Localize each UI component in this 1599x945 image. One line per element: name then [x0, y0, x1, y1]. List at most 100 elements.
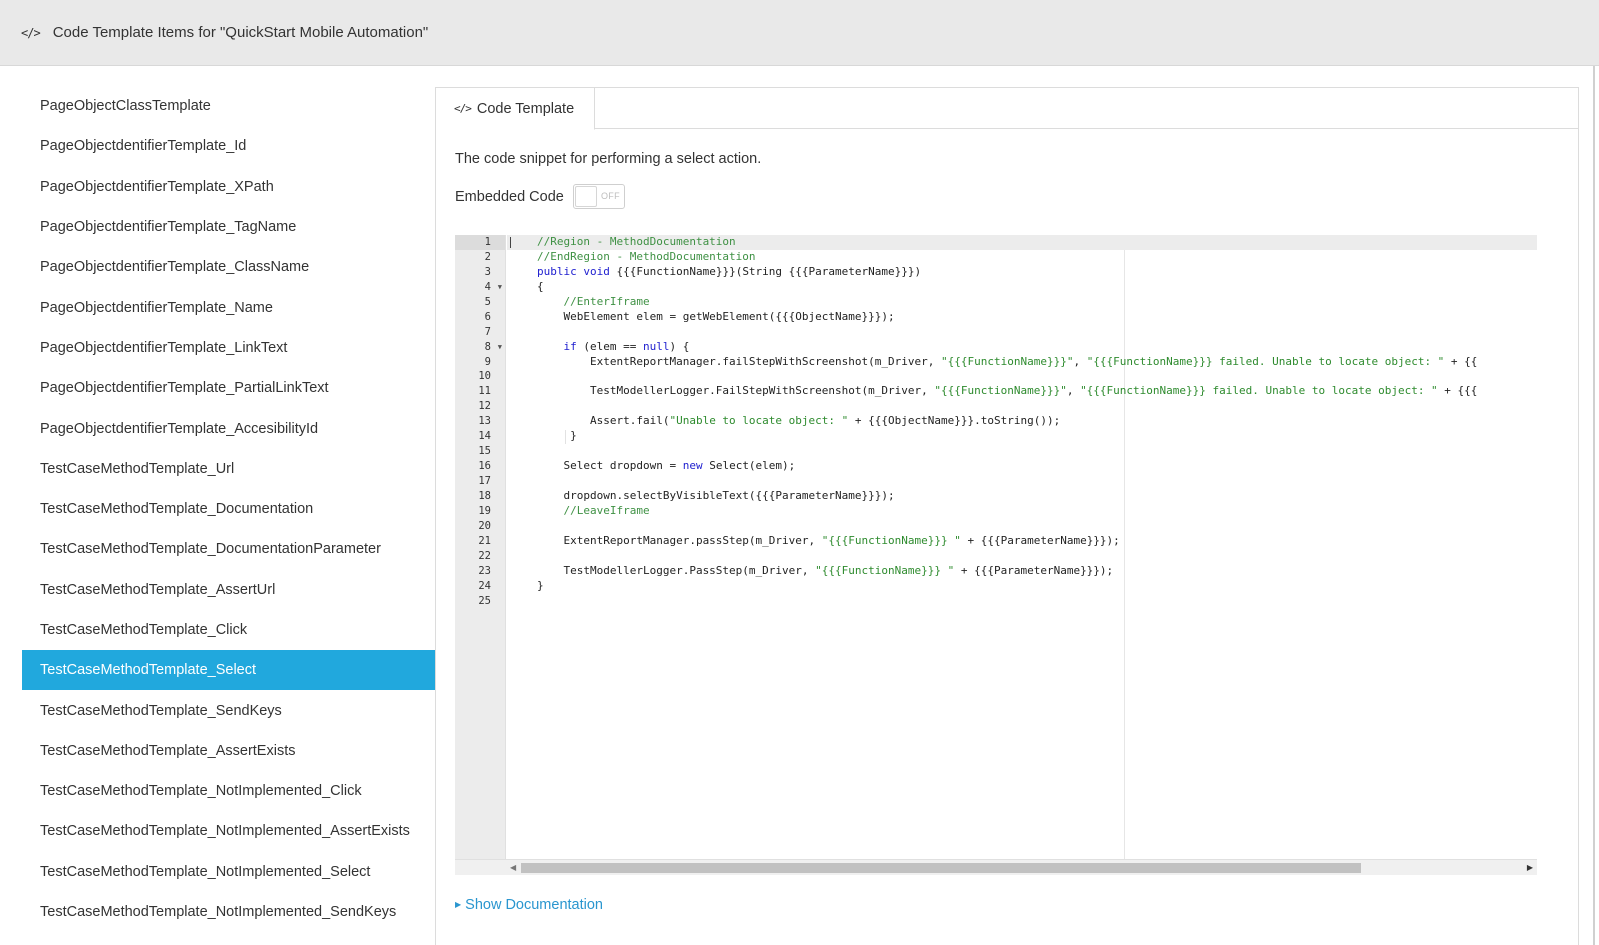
- code-token: "{{{FunctionName}}} ": [815, 563, 955, 577]
- line-number: 19: [478, 504, 491, 517]
- show-documentation-link[interactable]: ▶ Show Documentation: [455, 897, 603, 913]
- code-token: "{{{FunctionName}}}": [940, 354, 1074, 368]
- code-token: if: [537, 339, 584, 353]
- line-number: 24: [478, 579, 491, 592]
- line-number: 1: [455, 235, 505, 250]
- sidebar-item[interactable]: TestCaseMethodTemplate_SendKeys: [22, 690, 436, 730]
- scrollbar-thumb[interactable]: [521, 863, 1361, 873]
- sidebar-item[interactable]: TestCaseMethodTemplate_AssertUrl: [22, 570, 436, 610]
- embedded-code-toggle[interactable]: OFF: [573, 184, 625, 209]
- code-token: WebElement elem = getWebElement({{{Objec…: [537, 309, 895, 323]
- tab-code-template[interactable]: </> Code Template: [435, 87, 595, 130]
- code-icon: </>: [21, 25, 41, 40]
- sidebar-item[interactable]: PageObjectdentifierTemplate_XPath: [22, 167, 436, 207]
- code-token: //EndRegion - MethodDocumentation: [537, 249, 756, 263]
- code-token: //LeaveIframe: [537, 503, 650, 517]
- code-editor[interactable]: 1 2 3 4 ▼ 5 6 7 8 ▼ 9 10 11 12 13 14 15 16 17 18 19 20 21 22 23 2…: [455, 235, 1537, 875]
- sidebar-item[interactable]: PageObjectdentifierTemplate_LinkText: [22, 328, 436, 368]
- sidebar-item[interactable]: PageObjectdentifierTemplate_Accesibility…: [22, 408, 436, 448]
- line-number: 22: [478, 549, 491, 562]
- line-number: 7: [484, 325, 491, 338]
- sidebar-item[interactable]: TestCaseMethodTemplate_NotImplemented_Se…: [22, 852, 436, 892]
- sidebar-item[interactable]: PageObjectdentifierTemplate_TagName: [22, 207, 436, 247]
- sidebar-item[interactable]: TestCaseMethodTemplate_Select: [22, 650, 436, 691]
- code-line: public void {{{FunctionName}}}(String {{…: [507, 265, 1537, 280]
- line-number: 17: [478, 475, 491, 487]
- code-icon: </>: [454, 102, 472, 115]
- horizontal-scrollbar[interactable]: ◀ ▶: [455, 859, 1537, 875]
- window-border: [1593, 66, 1595, 945]
- code-token: //EnterIframe: [537, 294, 650, 308]
- code-line: WebElement elem = getWebElement({{{Objec…: [507, 310, 1537, 325]
- sidebar-item[interactable]: PageObjectdentifierTemplate_PartialLinkT…: [22, 368, 436, 408]
- template-list: PageObjectClassTemplate PageObjectdentifi…: [22, 86, 436, 932]
- code-line: //EnterIframe: [507, 295, 1537, 310]
- code-token: Select(elem);: [702, 459, 796, 473]
- code-token: ,: [1073, 354, 1087, 368]
- sidebar-item[interactable]: TestCaseMethodTemplate_NotImplemented_Se…: [22, 892, 436, 932]
- code-token: + {{{ParameterName}}});: [954, 563, 1114, 577]
- line-number: 9: [484, 355, 491, 368]
- code-token: public void: [537, 264, 617, 278]
- sidebar-item[interactable]: PageObjectClassTemplate: [22, 86, 436, 126]
- code-token: + {{{ParameterName}}});: [960, 533, 1120, 547]
- text-cursor: [510, 237, 511, 248]
- code-token: new: [682, 459, 703, 473]
- code-token: + {{{: [1437, 384, 1478, 398]
- scroll-right-icon[interactable]: ▶: [1527, 863, 1533, 872]
- line-number: 15: [478, 445, 491, 458]
- code-token: "{{{FunctionName}}} failed. Unable to lo…: [1080, 384, 1438, 398]
- code-line: ExtentReportManager.failStepWithScreensh…: [507, 355, 1537, 370]
- code-token: "{{{FunctionName}}} failed. Unable to lo…: [1086, 354, 1445, 368]
- line-number: 10: [478, 370, 491, 383]
- sidebar-item[interactable]: PageObjectdentifierTemplate_Id: [22, 126, 436, 166]
- code-token: }: [537, 429, 577, 443]
- sidebar-item[interactable]: PageObjectdentifierTemplate_Name: [22, 287, 436, 327]
- tab-content: The code snippet for performing a select…: [435, 128, 1579, 945]
- code-line: TestModellerLogger.PassStep(m_Driver, "{…: [507, 564, 1537, 579]
- line-number: 21: [478, 534, 491, 547]
- code-line: Assert.fail("Unable to locate object: " …: [507, 414, 1537, 429]
- toggle-state: OFF: [601, 191, 620, 201]
- caret-right-icon: ▶: [455, 900, 462, 909]
- sidebar-item[interactable]: TestCaseMethodTemplate_AssertExists: [22, 731, 436, 771]
- sidebar-item[interactable]: TestCaseMethodTemplate_NotImplemented_Cl…: [22, 771, 436, 811]
- line-number: 12: [478, 400, 491, 413]
- line-number: 13: [478, 415, 491, 428]
- fold-arrow-icon[interactable]: ▼: [498, 340, 502, 355]
- code-token: dropdown.selectByVisibleText({{{Paramete…: [537, 488, 895, 502]
- sidebar-item[interactable]: TestCaseMethodTemplate_NotImplemented_As…: [22, 811, 436, 851]
- show-documentation-label: Show Documentation: [465, 897, 603, 913]
- code-token: {: [537, 279, 544, 293]
- code-token: + {{: [1444, 354, 1478, 368]
- code-token: TestModellerLogger.FailStepWithScreensho…: [537, 384, 935, 398]
- code-token: TestModellerLogger.PassStep(m_Driver,: [537, 563, 816, 577]
- code-token: Assert.fail(: [537, 414, 670, 428]
- code-line: ExtentReportManager.passStep(m_Driver, "…: [507, 534, 1537, 549]
- line-number: 5: [484, 295, 491, 308]
- code-token: ) {: [669, 339, 690, 353]
- page-title: Code Template Items for "QuickStart Mobi…: [52, 24, 429, 41]
- line-number: 20: [478, 519, 491, 532]
- code-content[interactable]: //Region - MethodDocumentation//EndRegio…: [507, 235, 1537, 859]
- fold-arrow-icon[interactable]: ▼: [498, 280, 502, 295]
- embedded-code-label: Embedded Code: [455, 189, 564, 205]
- sidebar-item[interactable]: TestCaseMethodTemplate_Click: [22, 610, 436, 650]
- line-number: 23: [478, 564, 491, 577]
- sidebar-item[interactable]: TestCaseMethodTemplate_Documentation: [22, 489, 436, 529]
- tab-bar: </> Code Template: [435, 87, 1579, 130]
- code-line: //EndRegion - MethodDocumentation: [507, 250, 1537, 265]
- sidebar-item[interactable]: PageObjectdentifierTemplate_ClassName: [22, 247, 436, 287]
- code-line: }: [507, 429, 1537, 444]
- scroll-left-icon[interactable]: ◀: [510, 863, 516, 872]
- tab-label: Code Template: [476, 100, 575, 117]
- sidebar-item[interactable]: TestCaseMethodTemplate_Url: [22, 449, 436, 489]
- code-token: {{{FunctionName}}}(String {{{ParameterNa…: [616, 264, 922, 278]
- toggle-knob: [575, 186, 597, 207]
- sidebar-item[interactable]: TestCaseMethodTemplate_DocumentationPara…: [22, 529, 436, 569]
- code-line: {: [507, 280, 1537, 295]
